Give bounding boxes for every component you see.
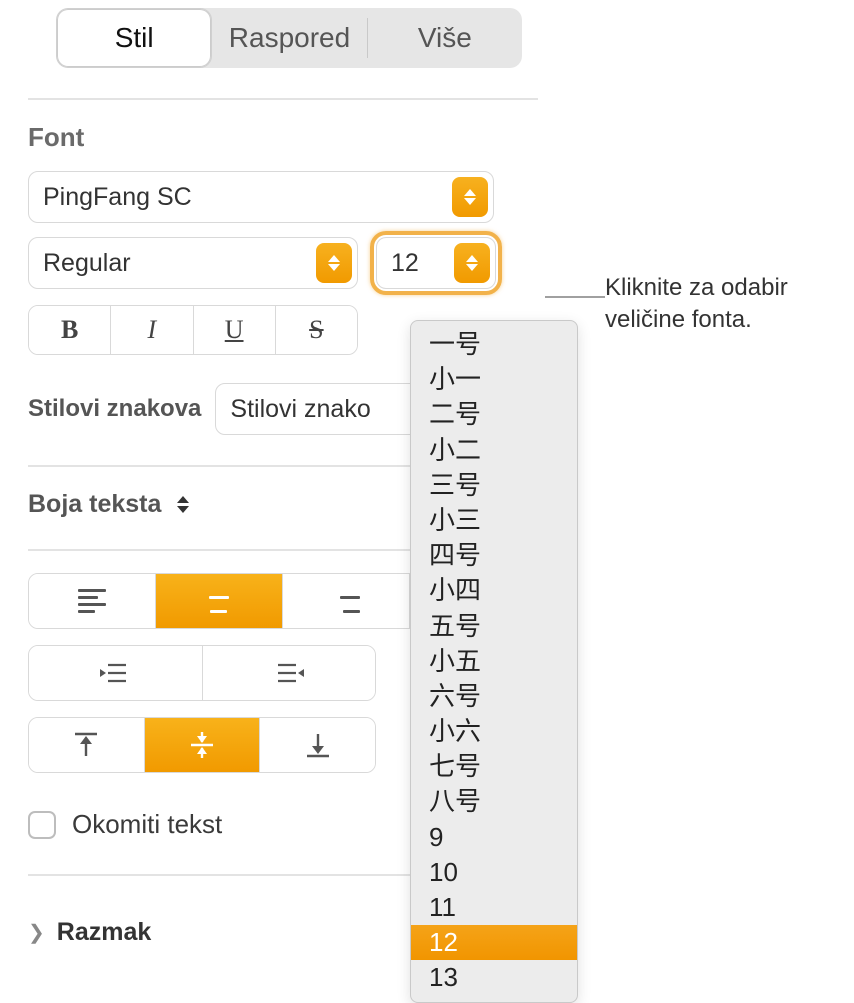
chevron-right-icon: ❯ bbox=[28, 920, 45, 945]
decrease-indent-button[interactable] bbox=[29, 646, 203, 700]
tab-layout[interactable]: Raspored bbox=[212, 8, 366, 68]
font-size-menu-item[interactable]: 小六 bbox=[411, 714, 577, 749]
font-size-menu-item[interactable]: 13 bbox=[411, 960, 577, 995]
text-style-segmented: B I U S bbox=[28, 305, 358, 355]
font-size-menu-item[interactable]: 五号 bbox=[411, 609, 577, 644]
font-size-menu-item[interactable]: 9 bbox=[411, 820, 577, 855]
font-size-menu-item[interactable]: 小一 bbox=[411, 362, 577, 397]
font-size-dropdown[interactable]: 12 bbox=[376, 237, 496, 289]
font-size-menu-item[interactable]: 11 bbox=[411, 890, 577, 925]
stepper-icon bbox=[316, 243, 352, 283]
bold-button[interactable]: B bbox=[29, 306, 111, 354]
font-size-menu-item[interactable]: 二号 bbox=[411, 397, 577, 432]
font-size-menu-item[interactable]: 八号 bbox=[411, 784, 577, 819]
font-size-menu-item[interactable]: 小三 bbox=[411, 503, 577, 538]
align-center-button[interactable] bbox=[156, 574, 283, 628]
callout-text: Kliknite za odabir veličine fonta. bbox=[605, 272, 788, 337]
callout-leader-line bbox=[545, 296, 605, 298]
indent-segmented bbox=[28, 645, 376, 701]
font-size-menu-item[interactable]: 一号 bbox=[411, 327, 577, 362]
tab-more[interactable]: Više bbox=[368, 8, 522, 68]
inspector-tabs: Stil Raspored Više bbox=[56, 8, 522, 68]
font-size-menu-item[interactable]: 小五 bbox=[411, 644, 577, 679]
tab-style[interactable]: Stil bbox=[56, 8, 212, 68]
font-size-menu-item[interactable]: 12 bbox=[411, 925, 577, 960]
font-size-menu-item[interactable]: 小二 bbox=[411, 433, 577, 468]
align-right-button[interactable] bbox=[283, 574, 410, 628]
font-size-menu[interactable]: 一号小一二号小二三号小三四号小四五号小五六号小六七号八号910111213 bbox=[410, 320, 578, 1003]
callout-line1: Kliknite za odabir bbox=[605, 272, 788, 304]
vertical-text-checkbox[interactable] bbox=[28, 811, 56, 839]
font-weight-value: Regular bbox=[43, 249, 343, 278]
chevron-down-icon bbox=[454, 243, 490, 283]
font-size-menu-item[interactable]: 六号 bbox=[411, 679, 577, 714]
vertical-text-label: Okomiti tekst bbox=[72, 809, 222, 840]
align-left-button[interactable] bbox=[29, 574, 156, 628]
valign-top-button[interactable] bbox=[29, 718, 145, 772]
underline-button[interactable]: U bbox=[194, 306, 276, 354]
strikethrough-button[interactable]: S bbox=[276, 306, 357, 354]
text-color-label: Boja teksta bbox=[28, 490, 161, 519]
char-styles-label: Stilovi znakova bbox=[28, 395, 201, 423]
font-size-menu-item[interactable]: 10 bbox=[411, 855, 577, 890]
section-divider bbox=[28, 98, 538, 100]
font-size-menu-item[interactable]: 小四 bbox=[411, 573, 577, 608]
font-weight-dropdown[interactable]: Regular bbox=[28, 237, 358, 289]
font-size-menu-item[interactable]: 三号 bbox=[411, 468, 577, 503]
callout-line2: veličine fonta. bbox=[605, 304, 788, 336]
font-family-dropdown[interactable]: PingFang SC bbox=[28, 171, 494, 223]
valign-middle-button[interactable] bbox=[145, 718, 261, 772]
stepper-icon[interactable] bbox=[171, 489, 195, 519]
font-section-label: Font bbox=[28, 122, 538, 153]
valign-bottom-button[interactable] bbox=[260, 718, 375, 772]
stepper-icon bbox=[452, 177, 488, 217]
italic-button[interactable]: I bbox=[111, 306, 193, 354]
font-family-value: PingFang SC bbox=[43, 183, 479, 212]
font-size-menu-item[interactable]: 四号 bbox=[411, 538, 577, 573]
font-size-menu-item[interactable]: 七号 bbox=[411, 749, 577, 784]
increase-indent-button[interactable] bbox=[203, 646, 376, 700]
vertical-align-segmented bbox=[28, 717, 376, 773]
spacing-label: Razmak bbox=[57, 918, 152, 947]
